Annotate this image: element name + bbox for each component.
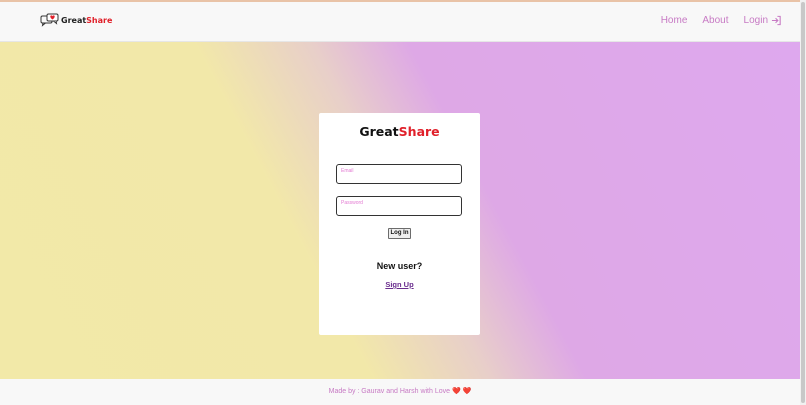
vertical-scrollbar[interactable]: [800, 0, 806, 405]
login-arrow-icon: [771, 15, 781, 26]
card-title-accent: Share: [398, 124, 440, 139]
nav-login-link[interactable]: Login: [744, 15, 782, 26]
new-user-heading: New user?: [376, 261, 423, 271]
nav-home-link[interactable]: Home: [661, 15, 688, 26]
email-label: Email: [341, 168, 354, 174]
nav-about-link[interactable]: About: [702, 15, 728, 26]
hero-gradient-background: GreatShare Email Password Log In New use…: [0, 42, 800, 379]
signup-link: Sign Up: [319, 280, 480, 289]
card-title-primary: Great: [359, 124, 399, 139]
brand-logo[interactable]: GreatShare: [40, 13, 112, 27]
nav-links: Home About Login: [646, 15, 782, 26]
chat-heart-icon: [40, 13, 59, 27]
brand-name-accent: Share: [86, 15, 113, 25]
password-field[interactable]: Password: [336, 196, 462, 216]
navbar: GreatShare Home About Login: [0, 2, 800, 42]
heart-icon: ❤️ ❤️: [451, 388, 472, 395]
signup-link-text[interactable]: Sign Up: [385, 280, 413, 289]
login-card: GreatShare Email Password Log In New use…: [319, 113, 480, 335]
password-label: Password: [341, 200, 363, 206]
footer-text: Made by : Gaurav and Harsh with Love: [328, 388, 452, 395]
email-field[interactable]: Email: [336, 164, 462, 184]
login-button[interactable]: Log In: [388, 228, 411, 239]
footer: Made by : Gaurav and Harsh with Love ❤️ …: [0, 379, 800, 405]
brand-name-primary: Great: [61, 15, 87, 25]
scrollbar-thumb[interactable]: [801, 2, 805, 403]
nav-login-label: Login: [743, 15, 768, 26]
brand-name: GreatShare: [61, 16, 112, 25]
card-title: GreatShare: [319, 124, 480, 139]
